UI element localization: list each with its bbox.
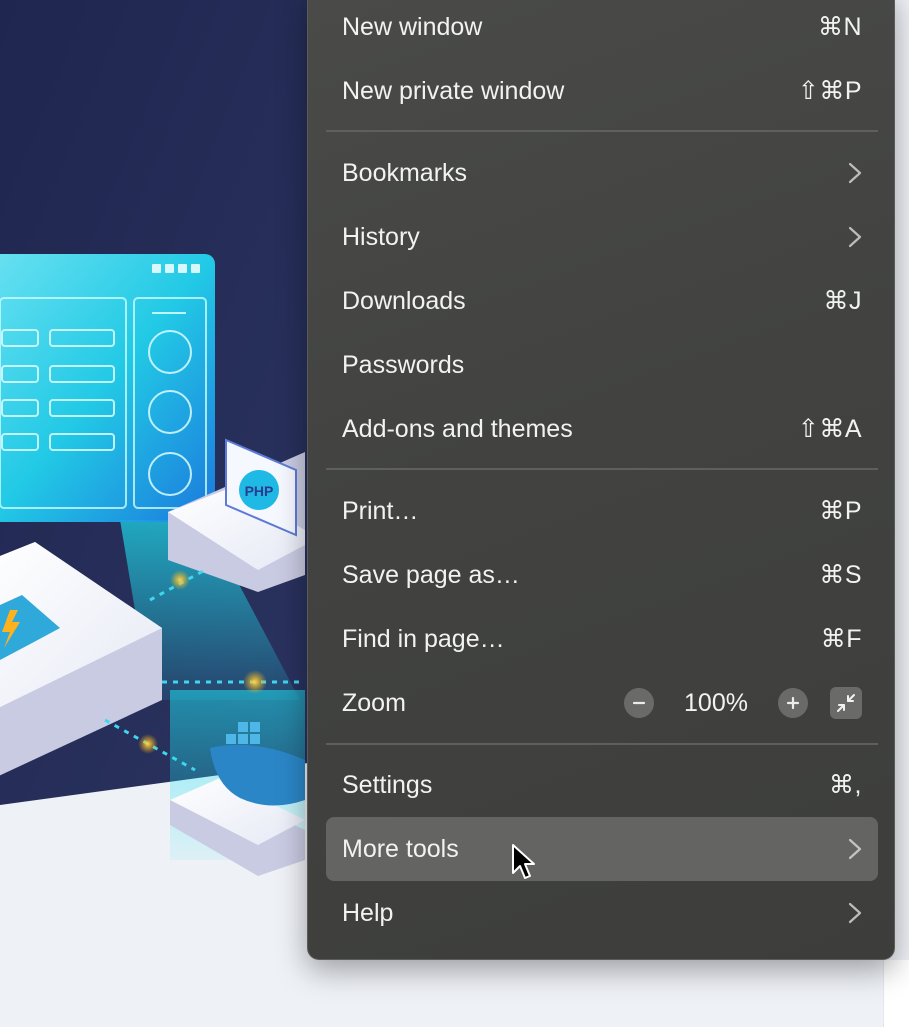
zoom-out-button[interactable] xyxy=(624,688,654,718)
menu-item-zoom: Zoom 100% xyxy=(326,671,878,735)
shortcut-label: ⌘N xyxy=(817,13,862,41)
minus-icon xyxy=(632,701,646,705)
zoom-level: 100% xyxy=(684,688,748,717)
menu-item-label: Print… xyxy=(342,496,419,525)
chevron-right-icon xyxy=(848,902,862,924)
shortcut-label: ⇧⌘A xyxy=(797,415,862,443)
menu-item-label: Downloads xyxy=(342,286,466,315)
shortcut-label: ⌘J xyxy=(823,287,862,315)
menu-item-history[interactable]: History xyxy=(326,205,878,269)
menu-separator xyxy=(326,468,878,470)
menu-item-find-in-page[interactable]: Find in page… ⌘F xyxy=(326,607,878,671)
menu-item-label: New window xyxy=(342,12,483,41)
menu-item-label: Passwords xyxy=(342,350,465,379)
menu-item-settings[interactable]: Settings ⌘, xyxy=(326,753,878,817)
app-menu: New window ⌘N New private window ⇧⌘P Boo… xyxy=(307,0,895,960)
zoom-controls: 100% xyxy=(624,687,862,719)
zoom-in-button[interactable] xyxy=(778,688,808,718)
menu-item-label: Save page as… xyxy=(342,560,520,589)
menu-item-passwords[interactable]: Passwords xyxy=(326,333,878,397)
menu-separator xyxy=(326,743,878,745)
fullscreen-button[interactable] xyxy=(830,687,862,719)
menu-item-label: More tools xyxy=(342,834,459,863)
menu-item-label: Find in page… xyxy=(342,624,505,653)
shortcut-label: ⌘, xyxy=(829,771,862,799)
mouse-cursor-icon xyxy=(512,844,535,879)
shortcut-label: ⌘F xyxy=(820,625,862,653)
menu-item-label: Help xyxy=(342,898,394,927)
chevron-right-icon xyxy=(848,226,862,248)
menu-item-label: Settings xyxy=(342,770,433,799)
menu-item-more-tools[interactable]: More tools xyxy=(326,817,878,881)
chevron-right-icon xyxy=(848,838,862,860)
fullscreen-icon xyxy=(837,694,855,712)
shortcut-label: ⇧⌘P xyxy=(797,77,862,105)
menu-item-label: New private window xyxy=(342,76,565,105)
menu-item-label: Add-ons and themes xyxy=(342,414,573,443)
menu-item-label: Bookmarks xyxy=(342,158,468,187)
menu-item-label: History xyxy=(342,222,420,251)
menu-item-addons-themes[interactable]: Add-ons and themes ⇧⌘A xyxy=(326,397,878,461)
php-badge-text: PHP xyxy=(245,483,274,499)
menu-item-downloads[interactable]: Downloads ⌘J xyxy=(326,269,878,333)
menu-item-bookmarks[interactable]: Bookmarks xyxy=(326,141,878,205)
shortcut-label: ⌘S xyxy=(819,561,862,589)
shortcut-label: ⌘P xyxy=(819,497,862,525)
menu-item-help[interactable]: Help xyxy=(326,881,878,945)
chevron-right-icon xyxy=(848,162,862,184)
plus-icon xyxy=(786,696,800,710)
page-edge xyxy=(883,960,909,1027)
menu-item-new-private-window[interactable]: New private window ⇧⌘P xyxy=(326,59,878,123)
menu-item-print[interactable]: Print… ⌘P xyxy=(326,479,878,543)
zoom-label: Zoom xyxy=(342,688,406,717)
menu-item-new-window[interactable]: New window ⌘N xyxy=(326,0,878,59)
menu-item-save-page[interactable]: Save page as… ⌘S xyxy=(326,543,878,607)
menu-separator xyxy=(326,130,878,132)
